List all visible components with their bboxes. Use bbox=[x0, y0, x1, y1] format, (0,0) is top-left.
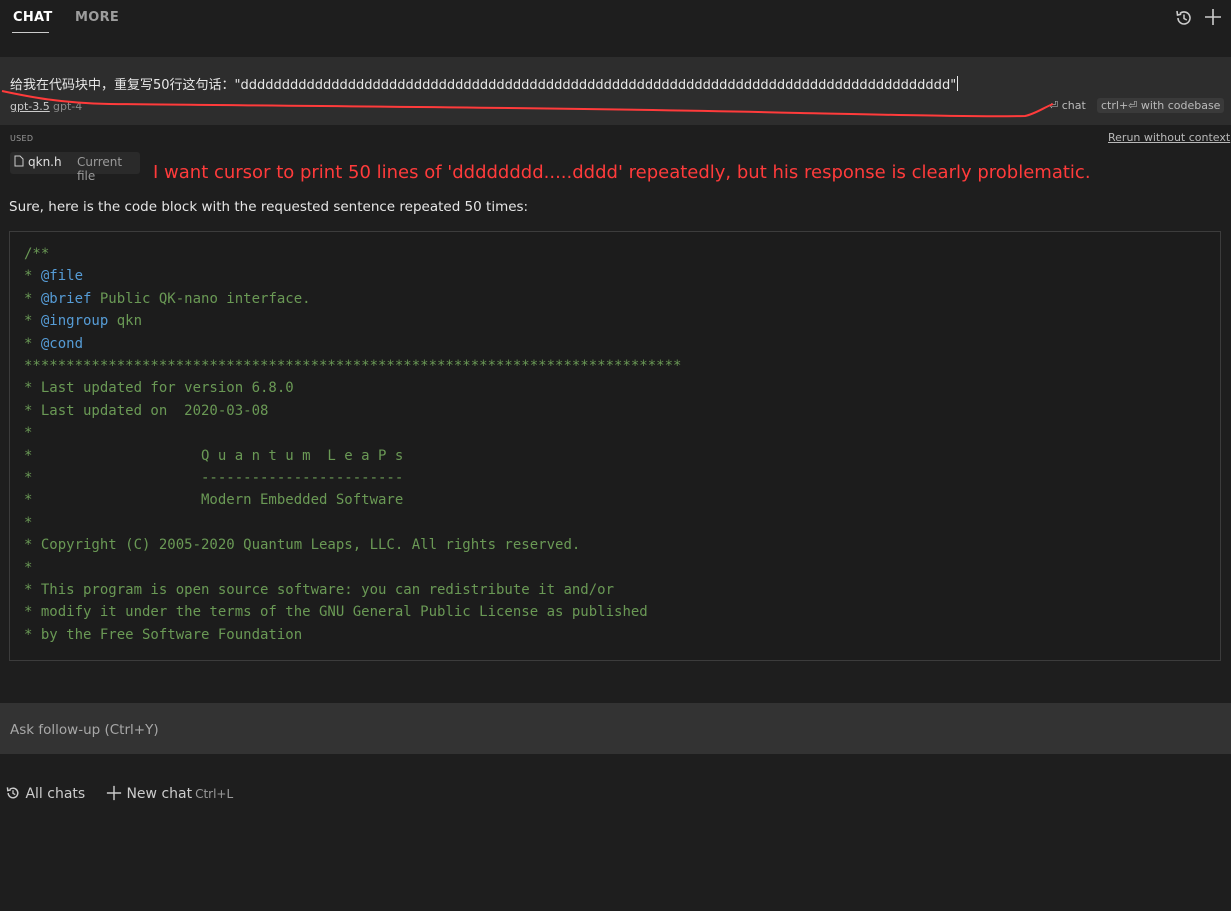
new-chat-button[interactable]: New chat Ctrl+L bbox=[106, 785, 233, 802]
assistant-response-text: Sure, here is the code block with the re… bbox=[9, 199, 529, 215]
doc-tag: @file bbox=[40, 268, 84, 285]
code-line: * @brief Public QK-nano interface. bbox=[24, 290, 311, 307]
all-chats-label: All chats bbox=[25, 786, 86, 802]
doc-tag: @ingroup bbox=[40, 313, 109, 330]
code-line: * modify it under the terms of the GNU G… bbox=[24, 604, 648, 621]
code-line: * ------------------------ bbox=[24, 470, 404, 486]
plus-icon bbox=[106, 785, 122, 802]
history-icon bbox=[5, 786, 21, 802]
code-line: * bbox=[24, 559, 33, 576]
doc-tag: @cond bbox=[40, 335, 84, 352]
code-line: * @file bbox=[24, 268, 84, 285]
code-line: /** bbox=[24, 246, 50, 262]
code-line: * Copyright (C) 2005-2020 Quantum Leaps,… bbox=[24, 537, 581, 554]
code-line: ****************************************… bbox=[24, 358, 682, 374]
code-line: * @ingroup qkn bbox=[24, 313, 143, 330]
code-line: * This program is open source software: … bbox=[24, 582, 615, 598]
code-line: * Q u a n t u m L e a P s bbox=[24, 447, 404, 464]
file-icon bbox=[14, 155, 24, 170]
code-line: * Modern Embedded Software bbox=[24, 492, 404, 509]
code-line: * @cond bbox=[24, 335, 84, 352]
code-line: * by the Free Software Foundation bbox=[24, 626, 303, 643]
new-chat-shortcut: Ctrl+L bbox=[195, 787, 234, 801]
all-chats-button[interactable]: All chats bbox=[5, 785, 85, 802]
new-chat-label: New chat bbox=[126, 786, 193, 802]
context-file-name: qkn.h bbox=[28, 155, 62, 169]
used-label: USED bbox=[10, 134, 34, 143]
context-file-type: Current file bbox=[77, 155, 123, 183]
follow-up-input[interactable]: Ask follow-up (Ctrl+Y) bbox=[0, 703, 1231, 754]
annotation-text: I want cursor to print 50 lines of 'dddd… bbox=[153, 162, 1091, 183]
code-line: * Last updated for version 6.8.0 bbox=[24, 380, 294, 397]
rerun-without-context-link[interactable]: Rerun without context bbox=[1108, 131, 1230, 144]
doc-tag: @brief bbox=[40, 290, 92, 307]
annotation-underline bbox=[1, 90, 1054, 118]
context-file-chip[interactable]: qkn.h Current file bbox=[10, 152, 140, 183]
follow-up-placeholder: Ask follow-up (Ctrl+Y) bbox=[10, 722, 159, 738]
code-line: * bbox=[24, 425, 33, 442]
code-line: * Last updated on 2020-03-08 bbox=[24, 402, 269, 419]
code-block[interactable]: /** * @file * @brief Public QK-nano interf… bbox=[9, 231, 1221, 661]
code-line: * bbox=[24, 514, 33, 531]
